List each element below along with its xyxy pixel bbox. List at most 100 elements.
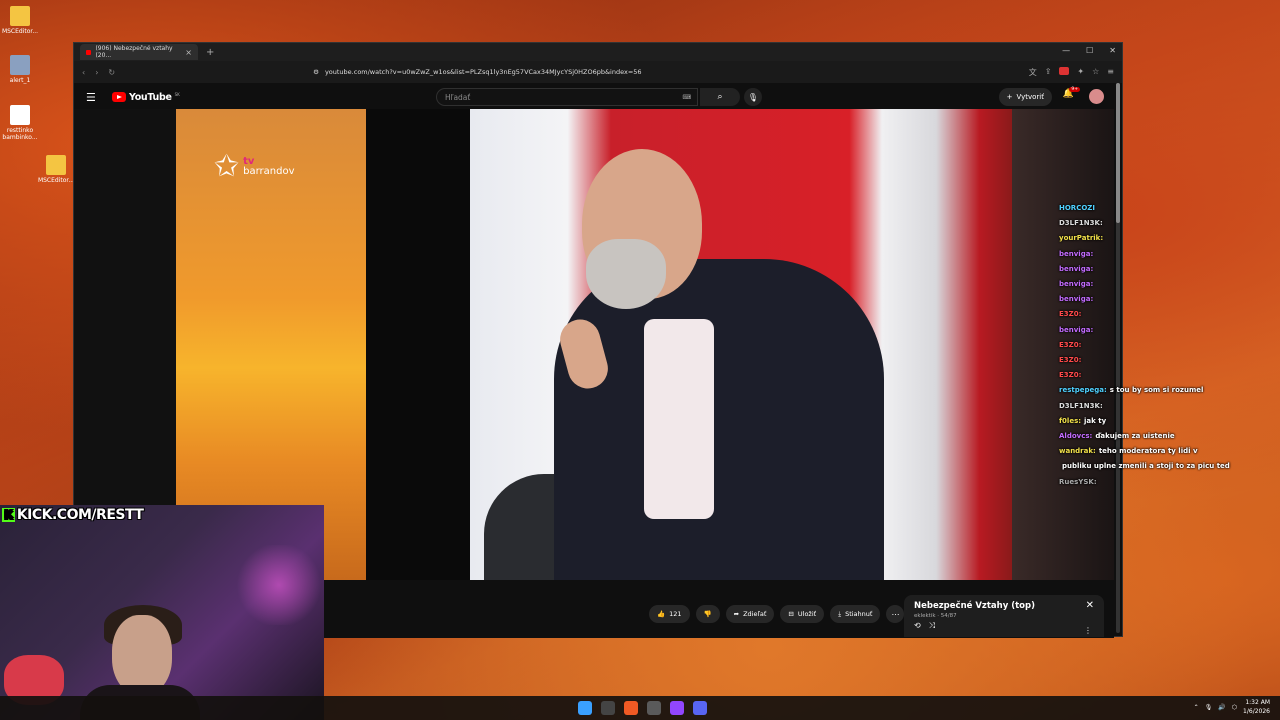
action-buttons: 👍 121 👎 ➦ Zdieľať ⊟ Uložiť ⤓ Stiahnuť ⋯ bbox=[649, 605, 905, 623]
chat-username: D3LF1N3K: bbox=[1059, 401, 1103, 410]
puzzle-icon[interactable]: ✦ bbox=[1077, 67, 1084, 78]
webcam-overlay bbox=[0, 505, 324, 720]
desktop-icon-label: resttinko bambinko... bbox=[2, 127, 38, 141]
keyboard-icon[interactable]: ⌨ bbox=[682, 94, 691, 101]
youtube-play-icon bbox=[112, 92, 126, 102]
new-tab-button[interactable]: + bbox=[206, 47, 214, 58]
chat-username: E3Z0: bbox=[1059, 310, 1082, 319]
desktop-icon-mscedit-1[interactable]: MSCEditor... bbox=[0, 6, 40, 35]
chat-username: benviga: bbox=[1059, 280, 1094, 289]
download-button[interactable]: ⤓ Stiahnuť bbox=[830, 605, 881, 623]
taskbar: ⌃ 🎙 🔊 ⬡ 1:32 AM 1/6/2026 bbox=[0, 696, 1280, 720]
microphone-icon: 🎙 bbox=[747, 92, 759, 102]
more-icon: ⋯ bbox=[891, 609, 900, 619]
voice-search-button[interactable]: 🎙 bbox=[744, 88, 762, 106]
twitch-icon[interactable] bbox=[670, 701, 684, 715]
discord-icon[interactable] bbox=[693, 701, 707, 715]
notifications-button[interactable]: 🔔 9+ bbox=[1063, 87, 1080, 99]
desktop-icon-resttinko[interactable]: resttinko bambinko... bbox=[0, 105, 40, 141]
loop-icon[interactable]: ⟲ bbox=[914, 621, 921, 631]
chat-username: wandrak: bbox=[1059, 447, 1096, 456]
clock[interactable]: 1:32 AM 1/6/2026 bbox=[1243, 698, 1270, 716]
youtube-header: ☰ YouTube SK Hľadať ⌨ ⌕ 🎙 + Vytvoriť 🔔 9… bbox=[74, 83, 1122, 111]
chat-message: f0les: jak ty bbox=[1059, 414, 1279, 429]
kick-logo-icon: K bbox=[2, 508, 15, 522]
desktop-icon-mscedit-2[interactable]: MSCEditor... bbox=[36, 155, 76, 184]
chat-message: E3Z0: bbox=[1059, 338, 1279, 353]
search-input[interactable]: Hľadať ⌨ bbox=[436, 88, 698, 106]
search-button[interactable]: ⌕ bbox=[700, 88, 740, 106]
address-bar[interactable]: ⚙ youtube.com/watch?v=u0wZwZ_w1os&list=P… bbox=[305, 64, 866, 80]
nav-bar: ‹ › ↻ ⚙ youtube.com/watch?v=u0wZwZ_w1os&… bbox=[74, 61, 1122, 83]
desktop-icon-alert[interactable]: alert_1 bbox=[0, 55, 40, 84]
hamburger-menu-icon[interactable]: ☰ bbox=[86, 91, 106, 104]
country-code: SK bbox=[174, 91, 180, 97]
menu-icon[interactable]: ≡ bbox=[1107, 67, 1114, 78]
share-button[interactable]: ➦ Zdieľať bbox=[725, 605, 775, 623]
kick-channel-label: K KICK.COM/RESTT bbox=[2, 507, 144, 523]
playlist-close-icon[interactable]: ✕ bbox=[1086, 600, 1094, 611]
chevron-up-icon[interactable]: ⌃ bbox=[1194, 704, 1199, 711]
notification-badge: 9+ bbox=[1069, 87, 1080, 92]
like-button[interactable]: 👍 121 bbox=[649, 605, 690, 623]
chat-username: yourPatrik: bbox=[1059, 234, 1104, 243]
playlist-panel[interactable]: Nebezpečné Vztahy (top) eklektik · 54/87… bbox=[904, 595, 1104, 637]
like-count: 121 bbox=[669, 610, 682, 618]
chat-message: benviga: bbox=[1059, 277, 1279, 292]
tab-youtube[interactable]: (906) Nebezpečné vztahy (20... × bbox=[80, 44, 198, 60]
xbox-icon[interactable] bbox=[601, 701, 615, 715]
speaker-icon[interactable]: 🔊 bbox=[1218, 704, 1225, 711]
share-arrow-icon: ➦ bbox=[733, 610, 740, 618]
desktop-icon-label: MSCEditor... bbox=[1, 28, 39, 35]
bookmark-icon[interactable]: ☆ bbox=[1092, 67, 1099, 78]
share-icon[interactable]: ⇪ bbox=[1045, 67, 1052, 78]
tab-title: (906) Nebezpečné vztahy (20... bbox=[95, 45, 173, 59]
brave-browser-icon[interactable] bbox=[624, 701, 638, 715]
person-shirt bbox=[644, 319, 714, 519]
translate-icon[interactable]: 文 bbox=[1029, 67, 1037, 78]
create-label: Vytvoriť bbox=[1016, 93, 1044, 101]
chat-message: RuesYSK: bbox=[1059, 475, 1279, 490]
tab-close-icon[interactable]: × bbox=[185, 48, 192, 57]
windows-start-icon[interactable] bbox=[578, 701, 592, 715]
back-icon[interactable]: ‹ bbox=[82, 68, 85, 77]
dislike-button[interactable]: 👎 bbox=[695, 605, 720, 623]
desktop-icon-label: MSCEditor... bbox=[37, 177, 75, 184]
more-actions-button[interactable]: ⋯ bbox=[886, 605, 905, 623]
site-info-icon[interactable]: ⚙ bbox=[313, 68, 319, 76]
search-icon: ⌕ bbox=[717, 92, 723, 102]
close-window-button[interactable]: ✕ bbox=[1109, 46, 1116, 55]
avatar[interactable] bbox=[1089, 89, 1104, 104]
maximize-button[interactable]: ☐ bbox=[1086, 46, 1093, 55]
chat-message: D3LF1N3K: bbox=[1059, 216, 1279, 231]
forward-icon[interactable]: › bbox=[95, 68, 98, 77]
youtube-logo-text: YouTube bbox=[129, 91, 172, 103]
playlist-menu-icon[interactable]: ⋮ bbox=[1084, 626, 1092, 635]
url-text: youtube.com/watch?v=u0wZwZ_w1os&list=PLZ… bbox=[324, 68, 642, 76]
youtube-logo[interactable]: YouTube SK bbox=[112, 92, 180, 103]
chat-username: benviga: bbox=[1059, 325, 1094, 334]
chat-username: benviga: bbox=[1059, 295, 1094, 304]
minimize-button[interactable]: — bbox=[1062, 46, 1070, 55]
window-controls: — ☐ ✕ bbox=[1062, 46, 1116, 55]
extension-icon[interactable] bbox=[1059, 66, 1070, 75]
chrome-icon[interactable] bbox=[647, 701, 661, 715]
channel-watermark: ✩ tv barrandov bbox=[214, 149, 295, 184]
save-button[interactable]: ⊟ Uložiť bbox=[780, 605, 825, 623]
mic-tray-icon[interactable]: 🎙 bbox=[1205, 704, 1213, 711]
chat-message: restpepega: s tou by som si rozumel bbox=[1059, 383, 1279, 398]
chat-message: E3Z0: bbox=[1059, 368, 1279, 383]
chat-message: wandrak: teho moderatora ty lidi v bbox=[1059, 444, 1279, 459]
reload-icon[interactable]: ↻ bbox=[108, 68, 115, 77]
share-label: Zdieľať bbox=[743, 610, 767, 618]
create-button[interactable]: + Vytvoriť bbox=[998, 88, 1052, 106]
tab-bar: (906) Nebezpečné vztahy (20... × + — ☐ ✕ bbox=[74, 43, 1122, 61]
chat-text: ďakujem za uistenie bbox=[1095, 432, 1175, 441]
shuffle-icon[interactable]: ⤨ bbox=[929, 621, 935, 631]
chat-text: teho moderatora ty lidi v bbox=[1098, 447, 1198, 456]
network-icon[interactable]: ⬡ bbox=[1232, 704, 1237, 711]
video-scene-dark bbox=[366, 109, 470, 580]
download-label: Stiahnuť bbox=[845, 610, 873, 618]
chat-text: jak ty bbox=[1084, 416, 1107, 425]
system-tray: ⌃ 🎙 🔊 ⬡ 1:32 AM 1/6/2026 bbox=[1194, 698, 1270, 716]
